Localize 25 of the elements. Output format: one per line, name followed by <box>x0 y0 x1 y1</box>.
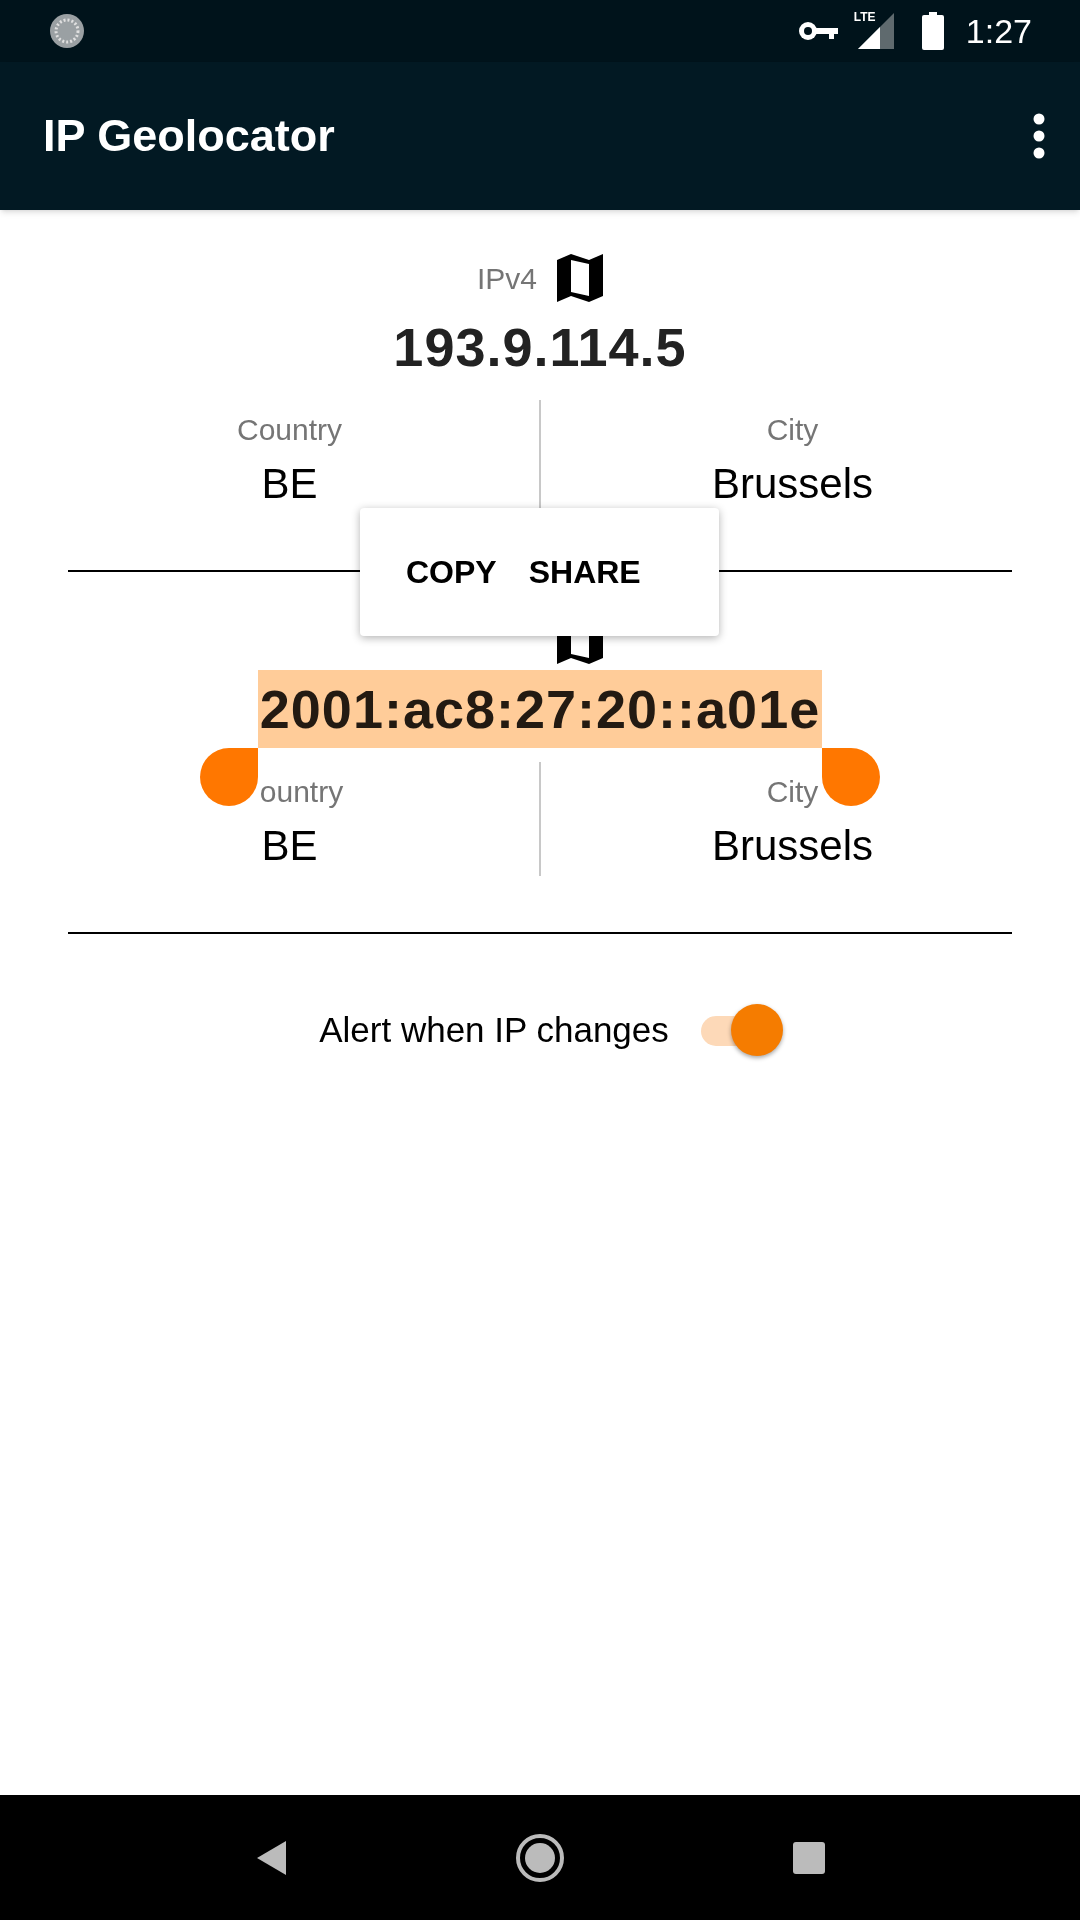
selection-start-handle[interactable] <box>199 748 258 806</box>
field-label: Country <box>236 412 342 448</box>
sync-icon <box>48 12 86 50</box>
alert-label: Alert when IP changes <box>319 1008 669 1051</box>
key-icon <box>797 20 838 42</box>
field-value: Brussels <box>711 821 874 871</box>
ip-address[interactable]: 193.9.114.5 <box>391 308 689 386</box>
field-value: BE <box>261 459 318 509</box>
battery-icon <box>921 12 944 50</box>
home-icon[interactable] <box>515 1832 565 1883</box>
clock-time: 1:27 <box>965 10 1032 52</box>
menu-action[interactable]: COPY <box>400 540 503 604</box>
app-title: IP Geolocator <box>43 109 336 164</box>
field-label: ountry <box>259 774 344 810</box>
ip-version-label: IPv4 <box>477 260 537 297</box>
field-value: BE <box>261 821 318 871</box>
network-type-label: LTE <box>853 11 876 23</box>
menu-action[interactable]: SHARE <box>522 540 647 604</box>
recents-icon[interactable] <box>792 1840 827 1875</box>
field-value: Brussels <box>711 459 874 509</box>
map-icon[interactable] <box>557 254 603 302</box>
ip-address[interactable]: 2001:ac8:27:20::a01e <box>257 670 823 748</box>
field-label: City <box>766 774 819 810</box>
field-label: City <box>766 412 819 448</box>
selection-end-handle[interactable] <box>822 748 881 806</box>
